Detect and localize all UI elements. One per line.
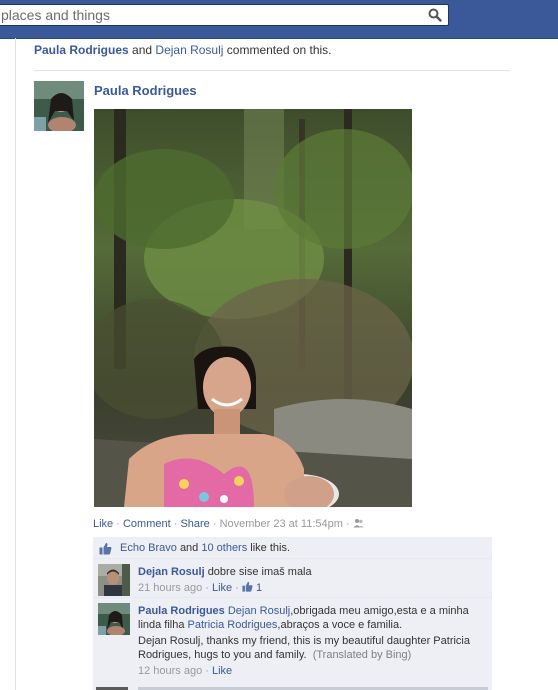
commenter-avatar[interactable]	[98, 564, 130, 596]
audience-friends-icon[interactable]	[353, 518, 364, 528]
separator	[34, 70, 510, 71]
comment-translation: Dejan Rosulj, thanks my friend, this is …	[138, 635, 470, 661]
comments-panel: Echo Bravo and 10 others like this. Deja…	[93, 537, 492, 690]
comment-text-end: ,abraços a voce e familia.	[277, 619, 403, 631]
commenter-avatar[interactable]	[98, 603, 130, 635]
top-bar	[0, 0, 558, 39]
likes-others-link[interactable]: 10 others	[201, 542, 247, 554]
comment-author[interactable]: Paula Rodrigues	[138, 605, 225, 617]
comment-author[interactable]: Dejan Rosulj	[138, 566, 205, 578]
thumbs-up-icon	[242, 581, 253, 592]
activity-conjunction: and	[132, 43, 153, 57]
likes-and: and	[179, 542, 199, 554]
share-link[interactable]: Share	[180, 518, 209, 530]
comment-mention[interactable]: Patricia Rodrigues	[188, 619, 278, 631]
comment-item: Dejan Rosulj dobre sise imaš mala 21 hou…	[93, 560, 492, 598]
comment-text: dobre sise imaš mala	[207, 566, 312, 578]
likes-summary: Echo Bravo and 10 others like this.	[93, 537, 492, 559]
post-timestamp[interactable]: November 23 at 11:54pm	[220, 518, 343, 530]
comment-link[interactable]: Comment	[123, 518, 171, 530]
search-box[interactable]	[0, 4, 449, 26]
thumbs-up-icon	[99, 542, 112, 555]
next-comment-edge	[93, 686, 492, 690]
comment-like-link[interactable]: Like	[212, 665, 232, 677]
post-author[interactable]: Paula Rodrigues	[94, 83, 197, 98]
timeline-divider	[15, 38, 16, 690]
avatar-picture	[34, 81, 84, 133]
comment-timestamp[interactable]: 21 hours ago	[138, 582, 202, 594]
liker-name[interactable]: Echo Bravo	[120, 542, 177, 554]
comment-like-count[interactable]: 1	[256, 582, 262, 594]
comment-item: Paula Rodrigues Dejan Rosulj,obrigada me…	[93, 599, 492, 690]
comment-like-link[interactable]: Like	[212, 582, 232, 594]
activity-header: Paula Rodrigues and Dejan Rosulj comment…	[34, 43, 332, 57]
translated-by-label[interactable]: (Translated by Bing)	[313, 649, 412, 661]
comment-timestamp[interactable]: 12 hours ago	[138, 665, 202, 677]
search-icon[interactable]	[428, 8, 442, 22]
like-link[interactable]: Like	[93, 518, 113, 530]
likes-suffix: like this.	[250, 542, 291, 554]
comment-mention[interactable]: Dejan Rosulj	[228, 605, 290, 617]
author-avatar[interactable]	[34, 81, 84, 133]
post-photo[interactable]	[94, 109, 412, 507]
translation-block: Dejan Rosulj, thanks my friend, this is …	[138, 634, 483, 662]
photo-image	[94, 109, 412, 507]
activity-text: commented on this.	[226, 43, 332, 57]
activity-user-1[interactable]: Paula Rodrigues	[34, 43, 129, 57]
search-input[interactable]	[1, 6, 401, 24]
activity-user-2[interactable]: Dejan Rosulj	[155, 43, 223, 57]
post-actions: Like · Comment · Share · November 23 at …	[93, 518, 364, 530]
